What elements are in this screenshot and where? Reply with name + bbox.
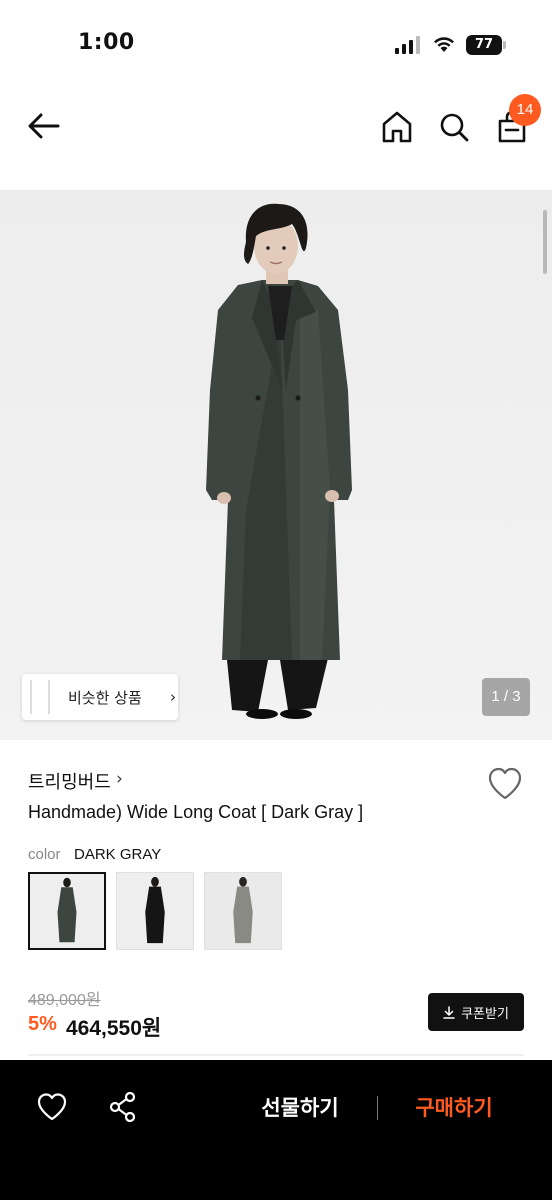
gift-button[interactable]: 선물하기 xyxy=(250,1090,350,1126)
battery-cap xyxy=(503,41,506,49)
chevron-right-icon[interactable]: › xyxy=(116,769,123,789)
bottom-bar-separator xyxy=(377,1096,378,1120)
sale-price: 464,550원 xyxy=(66,1017,162,1040)
color-swatch-gray[interactable] xyxy=(204,872,282,950)
battery-indicator: 77 xyxy=(466,35,502,55)
back-arrow-icon[interactable] xyxy=(26,110,62,142)
download-icon xyxy=(443,1005,455,1019)
status-bar: 1:00 77 xyxy=(0,0,552,90)
home-icon[interactable] xyxy=(381,110,413,144)
product-title: Handmade) Wide Long Coat [ Dark Gray ] xyxy=(28,802,364,822)
color-swatch-black[interactable] xyxy=(116,872,194,950)
image-scroll-indicator xyxy=(543,210,547,274)
search-icon[interactable] xyxy=(438,110,470,144)
top-navigation xyxy=(0,90,552,188)
cart-count-badge: 14 xyxy=(509,94,541,126)
coupon-download-button[interactable]: 쿠폰받기 xyxy=(428,993,524,1031)
image-page-counter: 1 / 3 xyxy=(482,678,530,716)
color-option-label: color xyxy=(28,846,61,863)
swatch-thumbnail xyxy=(30,874,104,948)
swatch-thumbnail xyxy=(117,873,193,949)
brand-name-link[interactable]: 트리밍버드 xyxy=(28,768,111,794)
swatch-thumbnail xyxy=(205,873,281,949)
similar-products-button[interactable]: 비슷한 상품 › xyxy=(22,674,178,720)
share-icon[interactable] xyxy=(108,1091,138,1123)
signal-icon xyxy=(395,36,420,54)
wifi-icon xyxy=(434,37,454,52)
status-time: 1:00 xyxy=(78,30,135,55)
coupon-label: 쿠폰받기 xyxy=(461,1006,509,1022)
chevron-right-icon: › xyxy=(170,688,176,706)
similar-products-label: 비슷한 상품 xyxy=(68,689,142,707)
product-image-carousel[interactable]: 비슷한 상품 › 1 / 3 xyxy=(0,190,552,740)
heart-icon[interactable] xyxy=(36,1092,68,1122)
color-option-value: DARK GRAY xyxy=(74,846,162,863)
heart-icon[interactable] xyxy=(486,766,524,802)
bottom-action-bar: 선물하기 구매하기 xyxy=(0,1060,552,1200)
product-photo xyxy=(0,190,552,740)
discount-rate: 5% xyxy=(28,1013,57,1035)
section-divider xyxy=(28,1054,524,1056)
color-swatch-dark-gray[interactable] xyxy=(28,872,106,950)
stack-icon xyxy=(30,680,50,714)
original-price: 489,000원 xyxy=(28,992,101,1009)
buy-button[interactable]: 구매하기 xyxy=(402,1090,506,1126)
